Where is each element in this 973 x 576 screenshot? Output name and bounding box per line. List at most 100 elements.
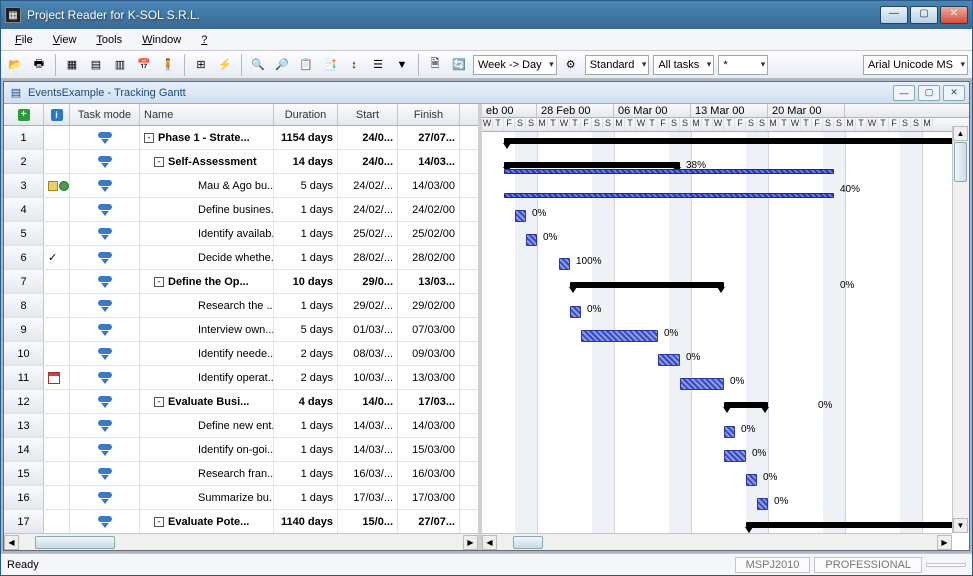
task-bar[interactable] [515,210,526,222]
start-cell[interactable]: 29/0... [338,270,398,293]
start-cell[interactable]: 24/02/... [338,198,398,221]
task-bar[interactable] [746,474,757,486]
task-name-cell[interactable]: Decide whethe... [140,246,274,269]
menu-view[interactable]: View [45,32,85,48]
finish-cell[interactable]: 13/03/00 [398,366,460,389]
timescale-combo[interactable]: Week -> Day [473,55,557,75]
finish-cell[interactable]: 14/03/00 [398,174,460,197]
task-bar[interactable] [724,426,735,438]
minimize-button[interactable]: — [880,6,908,24]
finish-cell[interactable]: 15/03/00 [398,438,460,461]
refresh-icon[interactable]: 🔄 [449,55,469,75]
task-bar[interactable] [724,450,746,462]
summary-bar[interactable] [504,138,969,144]
duration-cell[interactable]: 14 days [274,150,338,173]
row-number[interactable]: 17 [4,510,44,533]
table-row[interactable]: 2-Self-Assessment14 days24/0...14/03... [4,150,478,174]
task-name-cell[interactable]: Summarize bu... [140,486,274,509]
view3-icon[interactable]: ▥ [110,55,130,75]
task-name-cell[interactable]: -Phase 1 - Strate... [140,126,274,149]
task-name-cell[interactable]: Identify neede... [140,342,274,365]
duration-cell[interactable]: 5 days [274,174,338,197]
table-icon[interactable]: ⊞ [191,55,211,75]
gantt-vscroll[interactable]: ▲ ▼ [952,126,969,533]
finish-cell[interactable]: 17/03... [398,390,460,413]
gantt-scroll-right-icon[interactable]: ▶ [937,535,952,550]
resource-icon[interactable]: 🧍 [158,55,178,75]
duration-cell[interactable]: 10 days [274,270,338,293]
table-row[interactable]: 15Research fran...1 days16/03/...16/03/0… [4,462,478,486]
document-titlebar[interactable]: EventsExample - Tracking Gantt — ▢ ✕ [4,82,969,104]
row-number[interactable]: 13 [4,414,44,437]
row-number[interactable]: 15 [4,462,44,485]
open-icon[interactable]: 📂 [5,55,25,75]
start-cell[interactable]: 08/03/... [338,342,398,365]
start-cell[interactable]: 14/03/... [338,414,398,437]
view-combo[interactable]: Standard [585,55,650,75]
finish-cell[interactable]: 28/02/00 [398,246,460,269]
doc-maximize-button[interactable]: ▢ [918,85,940,101]
start-cell[interactable]: 29/02/... [338,294,398,317]
finish-cell[interactable]: 14/03... [398,150,460,173]
sort-icon[interactable]: ↕ [344,55,364,75]
menu-file[interactable]: File [7,32,41,48]
col-start[interactable]: Start [338,104,398,125]
task-name-cell[interactable]: Identify availab... [140,222,274,245]
zoom-out-icon[interactable]: 🔎 [272,55,292,75]
vscroll-thumb[interactable] [954,142,967,182]
outline-toggle[interactable]: - [154,277,164,287]
outline-toggle[interactable]: - [154,397,164,407]
finish-cell[interactable]: 16/03/00 [398,462,460,485]
table-row[interactable]: 13Define new ent...1 days14/03/...14/03/… [4,414,478,438]
table-row[interactable]: 4Define busines...1 days24/02/...24/02/0… [4,198,478,222]
outline-toggle[interactable]: - [144,133,154,143]
row-number[interactable]: 12 [4,390,44,413]
row-number[interactable]: 7 [4,270,44,293]
maximize-button[interactable]: ▢ [910,6,938,24]
task-name-cell[interactable]: Research the ... [140,294,274,317]
table-row[interactable]: 9Interview own...5 days01/03/...07/03/00 [4,318,478,342]
duration-cell[interactable]: 1 days [274,294,338,317]
duration-cell[interactable]: 5 days [274,318,338,341]
start-cell[interactable]: 16/03/... [338,462,398,485]
start-cell[interactable]: 24/0... [338,126,398,149]
task-name-cell[interactable]: Mau & Ago bu... [140,174,274,197]
task-bar[interactable] [570,306,581,318]
row-number[interactable]: 8 [4,294,44,317]
summary-bar[interactable] [570,282,724,288]
progress-bar[interactable] [504,193,834,198]
finish-cell[interactable]: 27/07... [398,510,460,533]
scroll-right-icon[interactable]: ▶ [463,535,478,550]
task-name-cell[interactable]: Interview own... [140,318,274,341]
finish-cell[interactable]: 29/02/00 [398,294,460,317]
task-name-cell[interactable]: -Evaluate Busi... [140,390,274,413]
group-icon[interactable]: ☰ [368,55,388,75]
start-cell[interactable]: 10/03/... [338,366,398,389]
col-add[interactable]: + [4,104,44,125]
finish-cell[interactable]: 17/03/00 [398,486,460,509]
start-cell[interactable]: 14/0... [338,390,398,413]
table-row[interactable]: 14Identify on-goi...1 days14/03/...15/03… [4,438,478,462]
duration-cell[interactable]: 4 days [274,390,338,413]
doc-minimize-button[interactable]: — [893,85,915,101]
table-row[interactable]: 16Summarize bu...1 days17/03/...17/03/00 [4,486,478,510]
duration-cell[interactable]: 2 days [274,342,338,365]
col-info[interactable]: i [44,104,70,125]
row-number[interactable]: 14 [4,438,44,461]
table-row[interactable]: 7-Define the Op...10 days29/0...13/03... [4,270,478,294]
row-number[interactable]: 6 [4,246,44,269]
table-row[interactable]: 17-Evaluate Pote...1140 days15/0...27/07… [4,510,478,533]
task-name-cell[interactable]: Define busines... [140,198,274,221]
task-bar[interactable] [526,234,537,246]
menu-?[interactable]: ? [193,32,215,48]
close-button[interactable]: ✕ [940,6,968,24]
col-finish[interactable]: Finish [398,104,460,125]
duration-cell[interactable]: 1 days [274,222,338,245]
start-cell[interactable]: 17/03/... [338,486,398,509]
task-bar[interactable] [757,498,768,510]
start-cell[interactable]: 14/03/... [338,438,398,461]
summary-bar[interactable] [746,522,969,528]
finish-cell[interactable]: 13/03... [398,270,460,293]
duration-cell[interactable]: 2 days [274,366,338,389]
table-row[interactable]: 11Identify operat...2 days10/03/...13/03… [4,366,478,390]
